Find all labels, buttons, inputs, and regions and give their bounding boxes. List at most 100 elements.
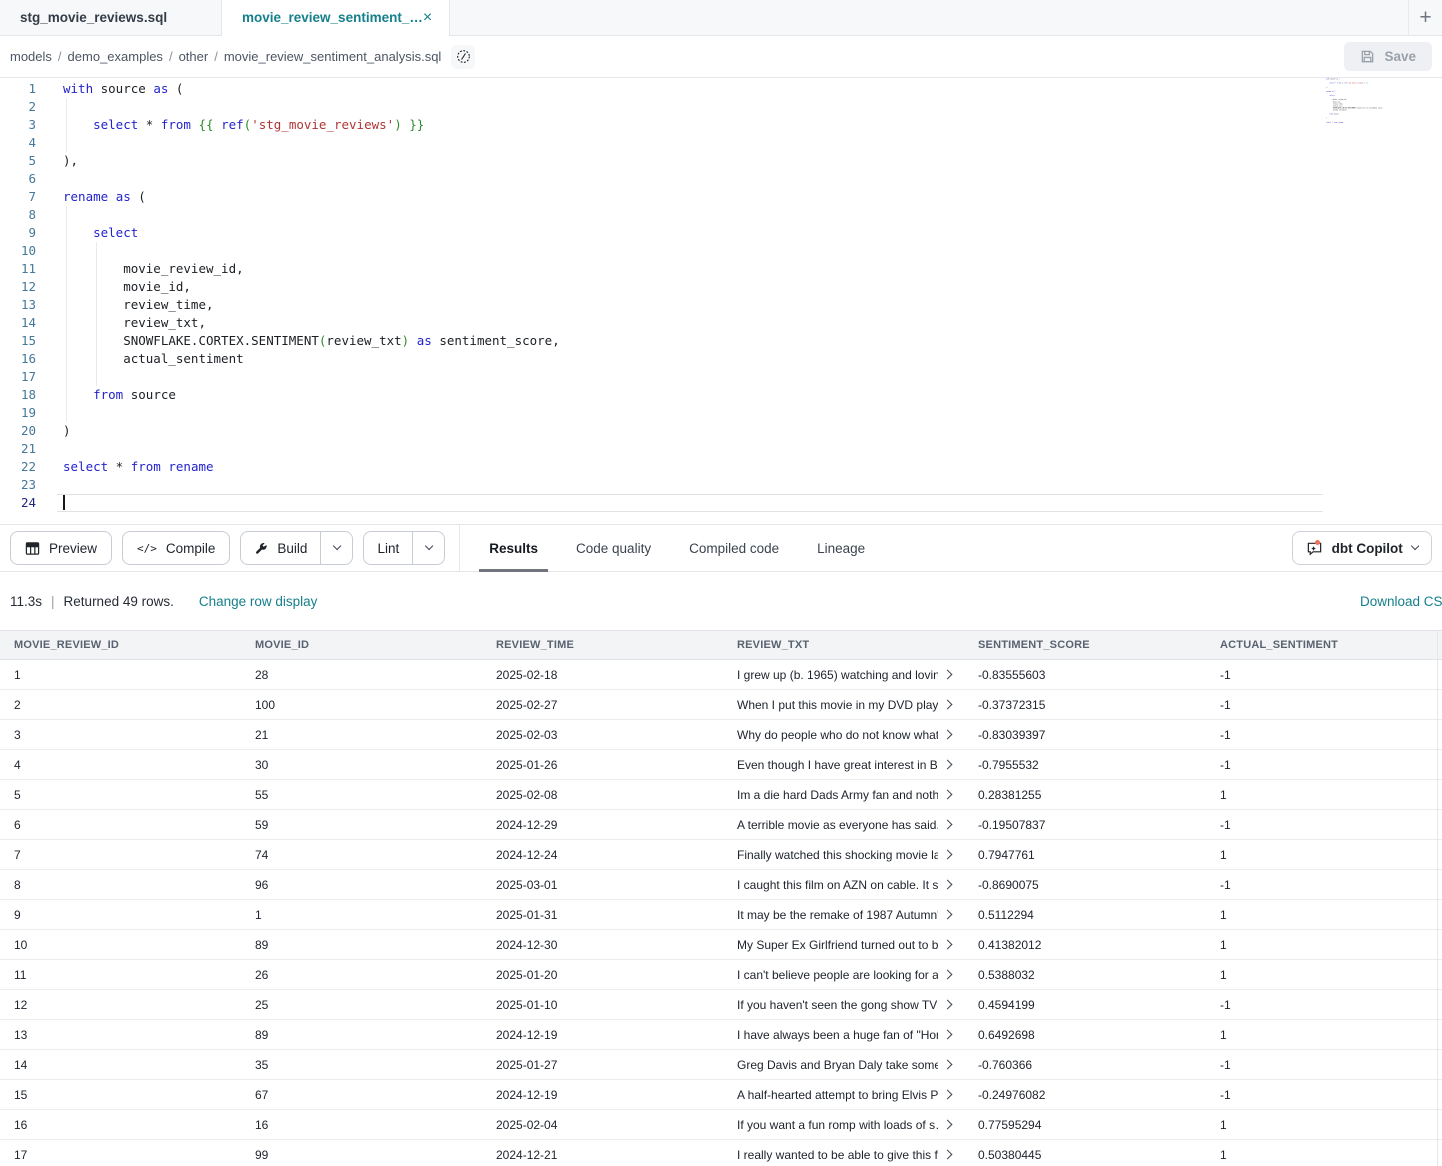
code-line[interactable]: 19	[57, 404, 1323, 422]
code-line[interactable]: 15 SNOWFLAKE.CORTEX.SENTIMENT(review_txt…	[57, 332, 1323, 350]
code-line[interactable]: 20)	[57, 422, 1323, 440]
sql-code-editor[interactable]: 1with source as (23 select * from {{ ref…	[0, 78, 1442, 525]
expand-cell-icon[interactable]	[943, 700, 953, 710]
code-line[interactable]: 17	[57, 368, 1323, 386]
lint-dropdown-button[interactable]	[413, 532, 444, 564]
code-line[interactable]: 10	[57, 242, 1323, 260]
code-line[interactable]: 16 actual_sentiment	[57, 350, 1323, 368]
expand-cell-icon[interactable]	[943, 760, 953, 770]
build-dropdown-button[interactable]	[321, 532, 352, 564]
code-line[interactable]: 6	[57, 170, 1323, 188]
table-cell: 2025-01-20	[496, 968, 737, 982]
table-cell: 55	[255, 788, 496, 802]
code-line[interactable]: 21	[57, 440, 1323, 458]
table-row: 6592024-12-29A terrible movie as everyon…	[0, 810, 1442, 840]
review-text: I caught this film on AZN on cable. It s…	[737, 878, 938, 892]
line-number: 7	[0, 188, 36, 206]
result-tab-lineage[interactable]: Lineage	[798, 525, 884, 572]
table-cell: 2025-01-31	[496, 908, 737, 922]
close-tab-icon[interactable]: ×	[423, 10, 432, 26]
lint-button[interactable]: Lint	[364, 532, 413, 564]
table-row: 5552025-02-08Im a die hard Dads Army fan…	[0, 780, 1442, 810]
column-header: MOVIE_REVIEW_ID	[14, 639, 255, 651]
expand-cell-icon[interactable]	[943, 910, 953, 920]
code-line[interactable]: 7rename as (	[57, 188, 1323, 206]
expand-cell-icon[interactable]	[943, 730, 953, 740]
code-line[interactable]: 9 select	[57, 224, 1323, 242]
expand-cell-icon[interactable]	[943, 1150, 953, 1160]
table-row: 17992024-12-21I really wanted to be able…	[0, 1140, 1442, 1166]
expand-cell-icon[interactable]	[943, 1030, 953, 1040]
chevron-down-icon	[424, 542, 433, 551]
editor-minimap[interactable]: with source as ( select * from {{ ref('s…	[1326, 78, 1402, 136]
code-line[interactable]: 12 movie_id,	[57, 278, 1323, 296]
save-label: Save	[1384, 49, 1416, 64]
code-line[interactable]: 18 from source	[57, 386, 1323, 404]
table-cell: -1	[1220, 758, 1442, 772]
expand-cell-icon[interactable]	[943, 820, 953, 830]
table-cell: -0.83039397	[978, 728, 1220, 742]
expand-cell-icon[interactable]	[943, 1060, 953, 1070]
table-cell: 0.5112294	[978, 908, 1220, 922]
code-line[interactable]: 23	[57, 476, 1323, 494]
expand-cell-icon[interactable]	[943, 790, 953, 800]
line-number: 17	[0, 368, 36, 386]
expand-cell-icon[interactable]	[943, 1120, 953, 1130]
expand-cell-icon[interactable]	[943, 1000, 953, 1010]
table-cell: 1	[1220, 788, 1442, 802]
table-cell: I grew up (b. 1965) watching and lovin…	[737, 668, 978, 682]
code-line[interactable]: 5),	[57, 152, 1323, 170]
code-line[interactable]: 4	[57, 134, 1323, 152]
preview-button[interactable]: Preview	[10, 531, 112, 565]
expand-cell-icon[interactable]	[943, 850, 953, 860]
table-cell: 2025-01-27	[496, 1058, 737, 1072]
table-cell: 2024-12-21	[496, 1148, 737, 1162]
expand-cell-icon[interactable]	[943, 880, 953, 890]
build-split-button: Build	[240, 531, 353, 565]
column-header: REVIEW_TXT	[737, 639, 978, 651]
file-tab-movie-review-sentiment[interactable]: movie_review_sentiment_… ×	[222, 0, 450, 35]
code-line[interactable]: 1with source as (	[57, 80, 1323, 98]
result-tab-compiled-code[interactable]: Compiled code	[670, 525, 798, 572]
review-text: If you want a fun romp with loads of s…	[737, 1118, 938, 1132]
table-cell: I really wanted to be able to give this …	[737, 1148, 978, 1162]
line-number: 14	[0, 314, 36, 332]
code-line[interactable]: 13 review_time,	[57, 296, 1323, 314]
table-row: 3212025-02-03Why do people who do not kn…	[0, 720, 1442, 750]
table-cell: 28	[255, 668, 496, 682]
table-row: 8962025-03-01I caught this film on AZN o…	[0, 870, 1442, 900]
save-button[interactable]: Save	[1344, 42, 1432, 71]
code-line[interactable]: 14 review_txt,	[57, 314, 1323, 332]
table-cell: -1	[1220, 1088, 1442, 1102]
table-row: 11262025-01-20I can't believe people are…	[0, 960, 1442, 990]
compile-button[interactable]: </> Compile	[122, 531, 230, 565]
dbt-copilot-button[interactable]: dbt Copilot	[1292, 531, 1432, 565]
line-number: 4	[0, 134, 36, 152]
expand-cell-icon[interactable]	[943, 940, 953, 950]
change-row-display-link[interactable]: Change row display	[199, 594, 318, 609]
result-tab-code-quality[interactable]: Code quality	[557, 525, 670, 572]
expand-cell-icon[interactable]	[943, 1090, 953, 1100]
new-tab-button[interactable]: +	[1408, 0, 1442, 35]
table-cell: 6	[14, 818, 255, 832]
table-cell: -1	[1220, 698, 1442, 712]
code-line[interactable]: 24	[57, 494, 1323, 512]
build-button[interactable]: Build	[241, 532, 321, 564]
table-row: 14352025-01-27Greg Davis and Bryan Daly …	[0, 1050, 1442, 1080]
file-tab-stg-movie-reviews[interactable]: stg_movie_reviews.sql	[0, 0, 222, 35]
code-line[interactable]: 2	[57, 98, 1323, 116]
result-tab-results[interactable]: Results	[470, 525, 557, 572]
code-line[interactable]: 3 select * from {{ ref('stg_movie_review…	[57, 116, 1323, 134]
table-cell: 1	[14, 668, 255, 682]
table-cell: 0.28381255	[978, 788, 1220, 802]
expand-cell-icon[interactable]	[943, 970, 953, 980]
code-line[interactable]: 22select * from rename	[57, 458, 1323, 476]
table-cell: It may be the remake of 1987 Autumn'…	[737, 908, 978, 922]
download-csv-link[interactable]: Download CSV	[1360, 594, 1442, 609]
preview-label: Preview	[49, 541, 97, 556]
review-text: It may be the remake of 1987 Autumn'…	[737, 908, 938, 922]
code-line[interactable]: 8	[57, 206, 1323, 224]
expand-cell-icon[interactable]	[943, 670, 953, 680]
code-line[interactable]: 11 movie_review_id,	[57, 260, 1323, 278]
line-number: 24	[0, 494, 36, 512]
